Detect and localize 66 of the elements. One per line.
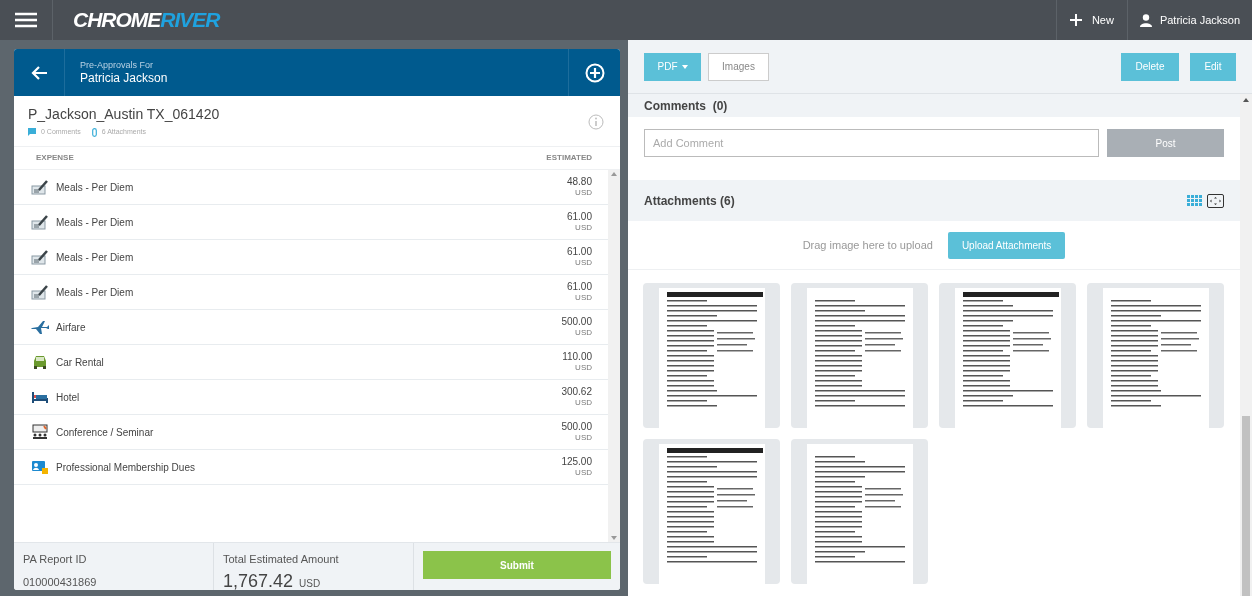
expense-amount: 125.00: [561, 456, 592, 467]
meal-voucher-icon: [31, 214, 49, 230]
expense-amount: 110.00: [562, 351, 592, 362]
comments-title: Comments (0): [644, 97, 728, 115]
expense-name[interactable]: Conference / Seminar: [56, 424, 154, 440]
expense-amount: 48.80: [566, 176, 592, 187]
attachments-title: Attachments (6): [644, 192, 735, 210]
expense-name[interactable]: Airfare: [56, 319, 86, 335]
plus-icon: [1069, 14, 1082, 26]
caret-icon: [681, 64, 688, 69]
attachment-card[interactable]: [791, 283, 928, 428]
scrollbar[interactable]: [1240, 94, 1252, 596]
attachment-card[interactable]: [939, 283, 1076, 428]
attachment-card[interactable]: [643, 283, 780, 428]
attachment-card[interactable]: [1087, 283, 1224, 428]
total-amount: 1,767.42: [223, 569, 294, 590]
expense-name[interactable]: Meals - Per Diem: [56, 179, 134, 195]
expense-name[interactable]: Meals - Per Diem: [56, 249, 134, 265]
expense-amount: 500.00: [561, 421, 592, 432]
comment-icon: [28, 128, 36, 137]
expense-name[interactable]: Meals - Per Diem: [56, 284, 134, 300]
expense-amount: 61.00: [566, 211, 592, 222]
total-label: Total Estimated Amount: [223, 552, 340, 567]
bed-icon: [31, 389, 49, 405]
expense-name[interactable]: Hotel: [56, 389, 80, 405]
attachment-card[interactable]: [643, 439, 780, 584]
currency-label: USD: [575, 467, 592, 478]
id-card-icon: [31, 459, 49, 475]
scroll-up-icon[interactable]: [1243, 98, 1249, 102]
meal-voucher-icon: [31, 179, 49, 195]
fullscreen-icon[interactable]: [1207, 193, 1224, 208]
currency-label: USD: [575, 257, 592, 268]
expense-amount: 500.00: [561, 316, 592, 327]
logo-text: CHROMERIVER: [73, 7, 220, 34]
currency-label: USD: [575, 362, 592, 373]
currency-label: USD: [299, 576, 321, 590]
user-icon: [1139, 13, 1152, 27]
currency-label: USD: [575, 187, 592, 198]
comment-field[interactable]: Add Comment: [644, 129, 1099, 157]
expense-name[interactable]: Professional Membership Dues: [56, 459, 195, 475]
header-subtitle: Pre-Approvals For: [80, 60, 155, 71]
meal-voucher-icon: [31, 249, 49, 265]
currency-label: USD: [575, 432, 592, 443]
report-name: P_Jackson_Austin TX_061420: [28, 105, 220, 124]
currency-label: USD: [575, 222, 592, 233]
attachment-card[interactable]: [791, 439, 928, 584]
airplane-icon: [31, 319, 49, 335]
column-header: ESTIMATED: [546, 152, 592, 164]
header-title: Patricia Jackson: [80, 71, 168, 85]
currency-label: USD: [575, 327, 592, 338]
currency-label: USD: [575, 292, 592, 303]
expense-amount: 61.00: [566, 246, 592, 257]
report-id-label: PA Report ID: [23, 552, 88, 567]
images-tab[interactable]: Images: [708, 52, 769, 81]
expense-amount: 300.62: [561, 386, 592, 397]
presentation-icon: [31, 424, 49, 440]
report-id-value: 010000431869: [23, 574, 98, 590]
currency-label: USD: [575, 397, 592, 408]
expense-amount: 61.00: [566, 281, 592, 292]
car-icon: [31, 354, 49, 370]
meal-voucher-icon: [31, 284, 49, 300]
expense-name[interactable]: Meals - Per Diem: [56, 214, 134, 230]
expense-name[interactable]: Car Rental: [56, 354, 104, 370]
scroll-thumb[interactable]: [1242, 416, 1250, 596]
column-header: EXPENSE: [36, 152, 74, 164]
upload-hint: Drag image here to upload: [802, 237, 933, 253]
